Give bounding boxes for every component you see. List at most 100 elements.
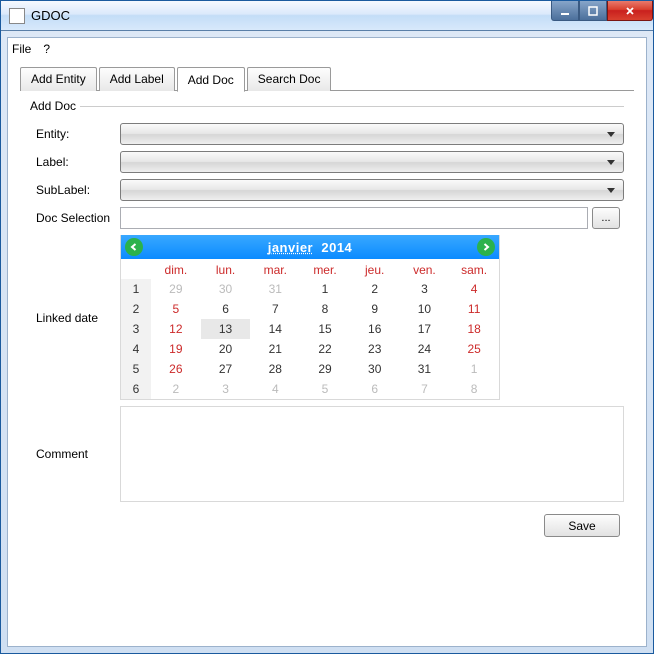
form-grid: Entity: Label: SubLabel: Doc Selection .… — [30, 123, 624, 502]
day-cell[interactable]: 4 — [449, 279, 499, 299]
legend-text: Add Doc — [30, 99, 76, 113]
day-cell[interactable]: 3 — [400, 279, 450, 299]
day-cell[interactable]: 17 — [400, 319, 450, 339]
label-linked: Linked date — [30, 311, 120, 325]
dayname-3: mer. — [300, 259, 350, 279]
save-button[interactable]: Save — [544, 514, 620, 537]
day-cell[interactable]: 16 — [350, 319, 400, 339]
day-cell[interactable]: 14 — [250, 319, 300, 339]
day-cell[interactable]: 22 — [300, 339, 350, 359]
day-cell[interactable]: 2 — [350, 279, 400, 299]
menu-file[interactable]: File — [12, 42, 31, 56]
maximize-button[interactable] — [579, 1, 607, 21]
day-cell[interactable]: 26 — [151, 359, 201, 379]
day-cell[interactable]: 12 — [151, 319, 201, 339]
weeknum: 2 — [121, 299, 151, 319]
day-cell[interactable]: 7 — [400, 379, 450, 399]
weeknum: 1 — [121, 279, 151, 299]
calendar-container: janvier 2014 dim.lun.mar.mer.jeu.ven.sam… — [120, 235, 624, 400]
day-cell[interactable]: 29 — [300, 359, 350, 379]
day-cell[interactable]: 30 — [201, 279, 251, 299]
calendar-header: janvier 2014 — [121, 235, 499, 259]
sublabel-combo[interactable] — [120, 179, 624, 201]
minimize-button[interactable] — [551, 1, 579, 21]
day-cell[interactable]: 13 — [201, 319, 251, 339]
dayname-2: mar. — [250, 259, 300, 279]
label-comment: Comment — [30, 447, 120, 461]
tab-panel-add-doc: Add Doc Entity: Label: SubLabel: Doc Sel… — [20, 90, 634, 632]
dayname-6: sam. — [449, 259, 499, 279]
day-cell[interactable]: 8 — [300, 299, 350, 319]
fieldset-legend: Add Doc — [30, 99, 624, 113]
day-cell[interactable]: 7 — [250, 299, 300, 319]
label-entity: Entity: — [30, 127, 120, 141]
menubar: File ? — [8, 38, 646, 60]
weeknum: 4 — [121, 339, 151, 359]
cal-corner — [121, 259, 151, 279]
window-controls — [551, 1, 653, 21]
day-cell[interactable]: 28 — [250, 359, 300, 379]
day-cell[interactable]: 9 — [350, 299, 400, 319]
day-cell[interactable]: 25 — [449, 339, 499, 359]
day-cell[interactable]: 30 — [350, 359, 400, 379]
day-cell[interactable]: 19 — [151, 339, 201, 359]
tab-strip: Add EntityAdd LabelAdd DocSearch Doc — [20, 67, 634, 91]
day-cell[interactable]: 2 — [151, 379, 201, 399]
dayname-1: lun. — [201, 259, 251, 279]
label-label: Label: — [30, 155, 120, 169]
weeknum: 6 — [121, 379, 151, 399]
outer-frame: File ? Add EntityAdd LabelAdd DocSearch … — [1, 31, 653, 653]
calendar-title[interactable]: janvier 2014 — [268, 240, 353, 255]
calendar-month: janvier — [268, 240, 313, 255]
calendar-grid: dim.lun.mar.mer.jeu.ven.sam.129303112342… — [121, 259, 499, 399]
dayname-0: dim. — [151, 259, 201, 279]
tab-search-doc[interactable]: Search Doc — [247, 67, 332, 91]
doc-selection-input[interactable] — [120, 207, 588, 229]
tab-add-entity[interactable]: Add Entity — [20, 67, 97, 91]
tab-area: Add EntityAdd LabelAdd DocSearch Doc Add… — [8, 60, 646, 646]
day-cell[interactable]: 27 — [201, 359, 251, 379]
day-cell[interactable]: 10 — [400, 299, 450, 319]
label-sublabel: SubLabel: — [30, 183, 120, 197]
day-cell[interactable]: 3 — [201, 379, 251, 399]
day-cell[interactable]: 31 — [400, 359, 450, 379]
day-cell[interactable]: 24 — [400, 339, 450, 359]
calendar-next-button[interactable] — [477, 238, 495, 256]
tab-add-label[interactable]: Add Label — [99, 67, 175, 91]
weeknum: 5 — [121, 359, 151, 379]
content-area: File ? Add EntityAdd LabelAdd DocSearch … — [7, 37, 647, 647]
day-cell[interactable]: 1 — [449, 359, 499, 379]
tab-add-doc[interactable]: Add Doc — [177, 67, 245, 92]
calendar-prev-button[interactable] — [125, 238, 143, 256]
day-cell[interactable]: 15 — [300, 319, 350, 339]
dayname-5: ven. — [400, 259, 450, 279]
day-cell[interactable]: 18 — [449, 319, 499, 339]
dayname-4: jeu. — [350, 259, 400, 279]
day-cell[interactable]: 6 — [350, 379, 400, 399]
save-row: Save — [30, 514, 624, 537]
calendar-year: 2014 — [321, 240, 352, 255]
close-button[interactable] — [607, 1, 653, 21]
day-cell[interactable]: 29 — [151, 279, 201, 299]
menu-help[interactable]: ? — [43, 42, 50, 56]
label-combo[interactable] — [120, 151, 624, 173]
day-cell[interactable]: 23 — [350, 339, 400, 359]
comment-textarea[interactable] — [120, 406, 624, 502]
day-cell[interactable]: 31 — [250, 279, 300, 299]
weeknum: 3 — [121, 319, 151, 339]
titlebar[interactable]: GDOC — [1, 1, 653, 31]
app-window: GDOC File ? Add EntityAdd LabelAdd DocSe… — [0, 0, 654, 654]
day-cell[interactable]: 4 — [250, 379, 300, 399]
day-cell[interactable]: 5 — [151, 299, 201, 319]
day-cell[interactable]: 8 — [449, 379, 499, 399]
label-docsel: Doc Selection — [30, 211, 120, 225]
entity-combo[interactable] — [120, 123, 624, 145]
day-cell[interactable]: 20 — [201, 339, 251, 359]
day-cell[interactable]: 5 — [300, 379, 350, 399]
day-cell[interactable]: 6 — [201, 299, 251, 319]
window-title: GDOC — [31, 8, 70, 23]
browse-button[interactable]: ... — [592, 207, 620, 229]
day-cell[interactable]: 1 — [300, 279, 350, 299]
day-cell[interactable]: 11 — [449, 299, 499, 319]
day-cell[interactable]: 21 — [250, 339, 300, 359]
